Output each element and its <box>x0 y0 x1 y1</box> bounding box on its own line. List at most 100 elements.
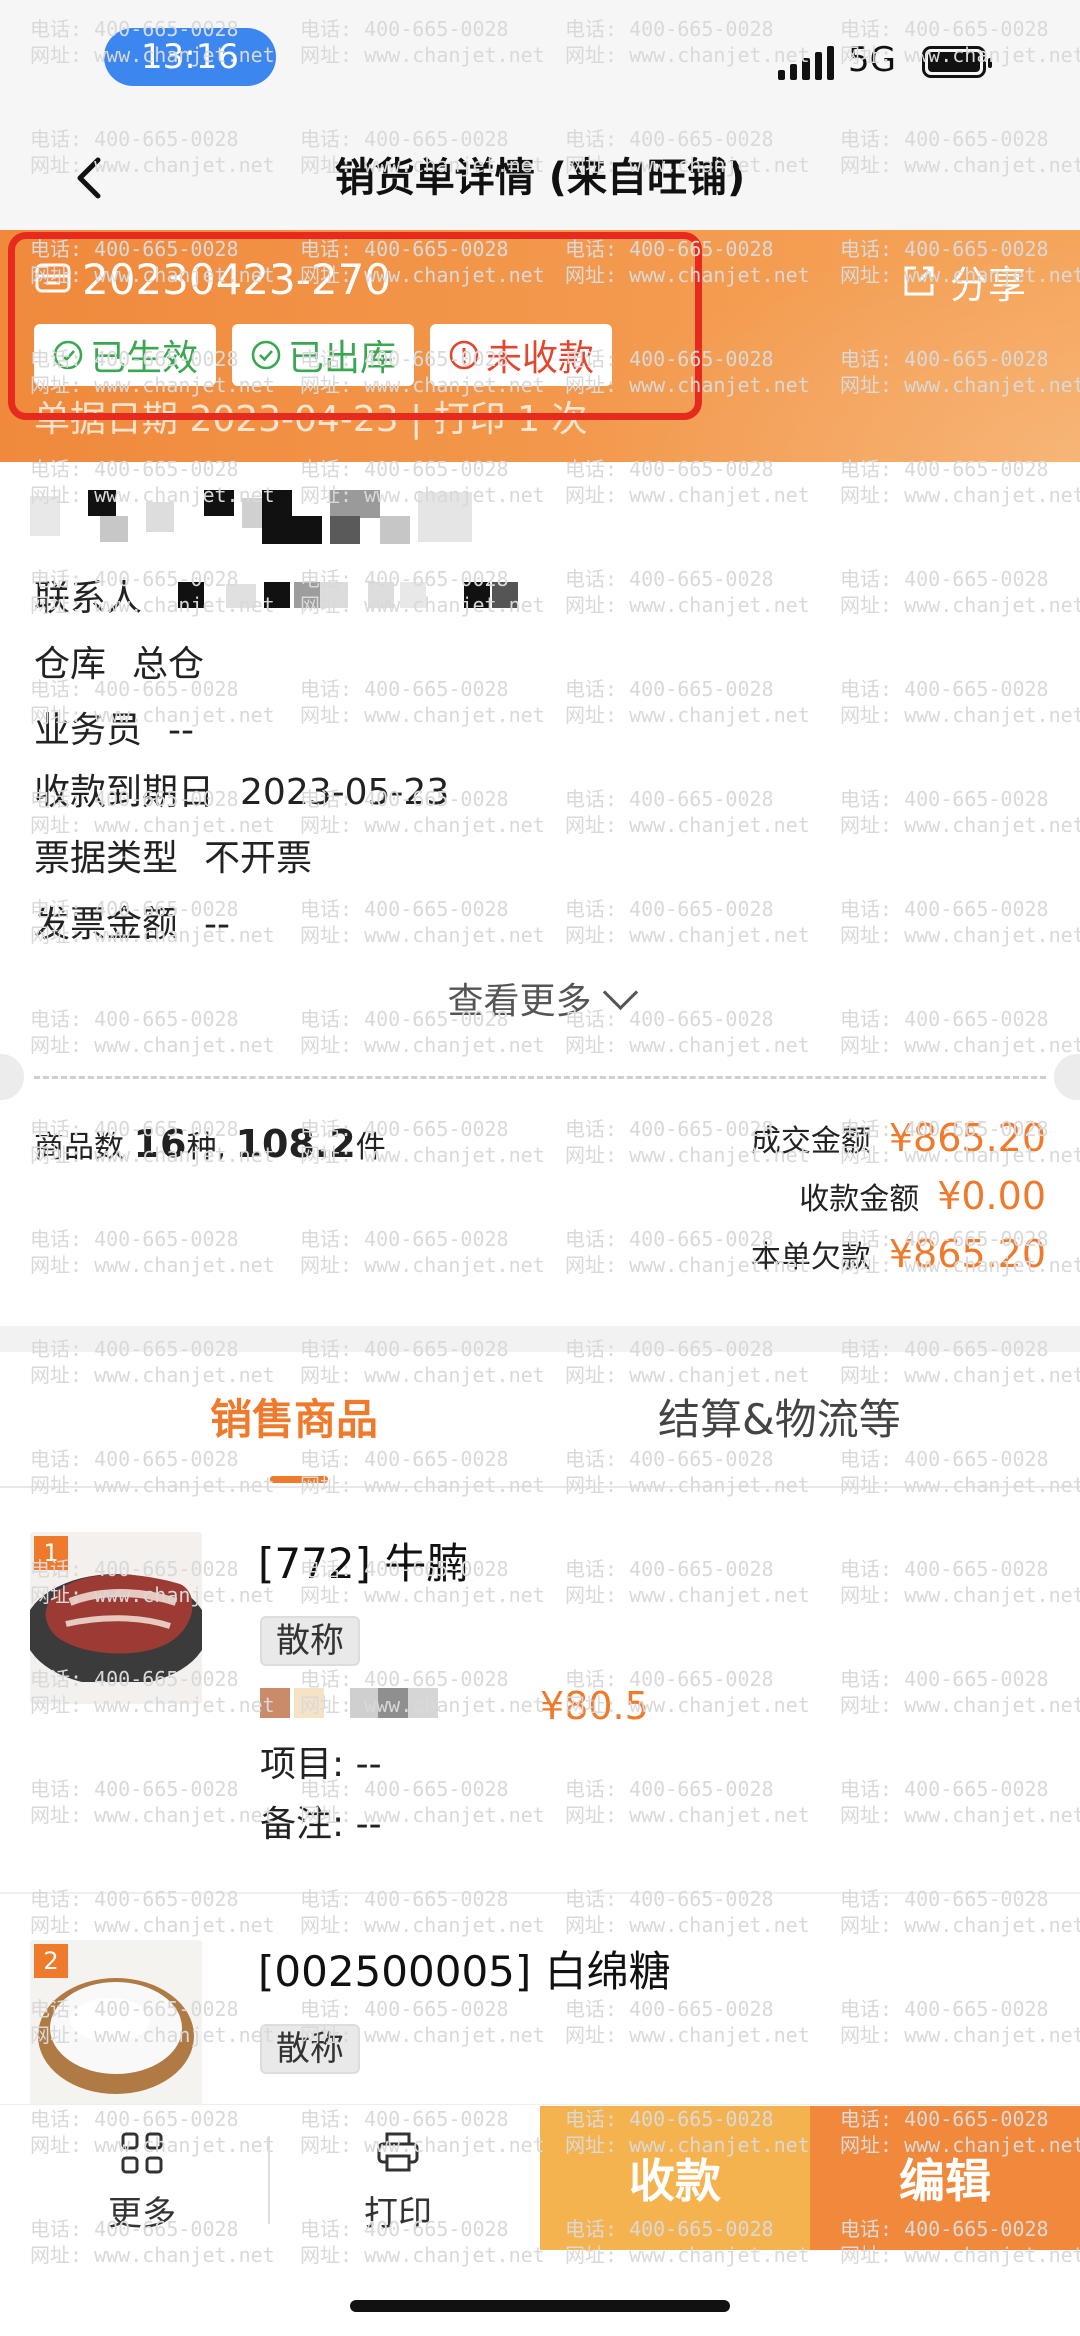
warehouse-value: 总仓 <box>132 644 205 685</box>
watermark-text: 电话: 400-665-0028 网址: www.chanjet.net <box>840 1997 1080 2047</box>
highlight-box <box>8 232 702 420</box>
invoice-amount-row: 发票金额 -- <box>34 900 230 950</box>
owed-amount-row: 本单欠款 ¥865.20 <box>751 1232 1046 1288</box>
share-label: 分享 <box>950 262 1027 307</box>
watermark-text: 电话: 400-665-0028 网址: www.chanjet.net <box>840 677 1080 727</box>
watermark-text: 电话: 400-665-0028 网址: www.chanjet.net <box>300 1447 545 1497</box>
active-tab-indicator <box>270 1476 328 1483</box>
watermark-text: 电话: 400-665-0028 网址: www.chanjet.net <box>30 1227 275 1277</box>
see-more-button[interactable]: 查看更多 <box>0 972 1080 1024</box>
network-type: 5G <box>848 40 896 80</box>
contact-label: 联系人 <box>34 578 143 619</box>
owed-amount-label: 本单欠款 <box>750 1240 871 1275</box>
due-date-value: 2023-05-23 <box>240 772 450 813</box>
dashed-divider <box>34 1076 1046 1079</box>
invoice-type-row: 票据类型 不开票 <box>34 834 312 884</box>
deal-amount-label: 成交金额 <box>750 1124 871 1159</box>
product-name: [002500005] 白绵糖 <box>258 1947 671 1996</box>
see-more-label: 查看更多 <box>447 981 592 1022</box>
received-amount-row: 收款金额 ¥0.00 <box>799 1174 1046 1230</box>
watermark-text: 电话: 400-665-0028 网址: www.chanjet.net <box>30 1777 275 1827</box>
owed-amount-value: ¥865.20 <box>888 1232 1046 1276</box>
watermark-text: 电话: 400-665-0028 网址: www.chanjet.net <box>840 897 1080 947</box>
watermark-text: 电话: 400-665-0028 网址: www.chanjet.net <box>300 1227 545 1277</box>
ticket-notch-left <box>0 1054 24 1100</box>
share-button[interactable]: 分享 <box>900 256 1050 307</box>
page-title: 销货单详情 (来自旺铺) <box>334 155 746 201</box>
item-count-label: 商品数 <box>34 1130 124 1165</box>
print-button[interactable]: 打印 <box>318 2130 478 2235</box>
grid-icon <box>121 2132 163 2174</box>
home-indicator-area <box>0 2254 1080 2336</box>
watermark-text: 电话: 400-665-0028 网址: www.chanjet.net <box>840 787 1080 837</box>
item-index: 1 <box>34 1536 68 1570</box>
product-spec-blurred <box>260 1688 470 1718</box>
watermark-text: 电话: 400-665-0028 网址: www.chanjet.net <box>565 1997 810 2047</box>
invoice-amount-label: 发票金额 <box>34 904 179 945</box>
watermark-text: 电话: 400-665-0028 网址: www.chanjet.net <box>565 1447 810 1497</box>
watermark-text: 电话: 400-665-0028 网址: www.chanjet.net <box>565 1557 810 1607</box>
print-label: 打印 <box>364 2194 432 2234</box>
product-name: [772] 牛腩 <box>258 1539 469 1588</box>
salesman-label: 业务员 <box>34 710 143 751</box>
invoice-type-value: 不开票 <box>204 838 313 879</box>
tab-divider <box>0 1486 1080 1488</box>
product-price: ¥80.5 <box>540 1684 649 1728</box>
status-time: 13:16 <box>104 28 276 86</box>
item-count: 商品数 16种, 108.2件 <box>34 1122 386 1166</box>
product-thumbnail[interactable]: 2 <box>30 1940 202 2112</box>
watermark-text: 电话: 400-665-0028 网址: www.chanjet.net <box>300 897 545 947</box>
watermark-text: 电话: 400-665-0028 网址: www.chanjet.net <box>840 1557 1080 1607</box>
share-icon <box>904 266 934 296</box>
watermark-text: 电话: 400-665-0028 网址: www.chanjet.net <box>300 677 545 727</box>
product-project: 项目: -- <box>260 1744 382 1785</box>
battery-icon <box>922 46 992 78</box>
watermark-text: 电话: 400-665-0028 网址: www.chanjet.net <box>840 567 1080 617</box>
contact-value-blurred <box>178 582 538 616</box>
item-index: 2 <box>34 1944 68 1978</box>
deal-amount-row: 成交金额 ¥865.20 <box>751 1116 1046 1172</box>
product-remark: 备注: -- <box>260 1804 382 1845</box>
warehouse-label: 仓库 <box>34 644 107 685</box>
edit-button[interactable]: 编辑 <box>810 2106 1080 2250</box>
tab-sales-items[interactable]: 销售商品 <box>210 1390 378 1450</box>
due-date-row: 收款到期日 2023-05-23 <box>34 768 449 818</box>
watermark-text: 电话: 400-665-0028 网址: www.chanjet.net <box>565 677 810 727</box>
received-amount-value: ¥0.00 <box>937 1174 1046 1218</box>
bottom-bar-divider <box>268 2136 270 2224</box>
signal-icon <box>778 46 835 80</box>
watermark-text: 电话: 400-665-0028 网址: www.chanjet.net <box>565 1777 810 1827</box>
watermark-text: 电话: 400-665-0028 网址: www.chanjet.net <box>565 787 810 837</box>
item-pieces: 108.2 <box>235 1122 356 1166</box>
watermark-text: 电话: 400-665-0028 网址: www.chanjet.net <box>840 1777 1080 1827</box>
received-amount-label: 收款金额 <box>799 1182 920 1217</box>
contact-row: 联系人 <box>34 574 142 624</box>
salesman-value: -- <box>168 710 194 751</box>
deal-amount-value: ¥865.20 <box>888 1116 1046 1160</box>
tab-settlement-logistics[interactable]: 结算&物流等 <box>658 1390 901 1450</box>
customer-name-blurred <box>30 488 472 544</box>
watermark-text: 电话: 400-665-0028 网址: www.chanjet.net <box>840 1667 1080 1717</box>
product-tag: 散称 <box>260 2024 360 2074</box>
invoice-amount-value: -- <box>204 904 230 945</box>
watermark-text: 电话: 400-665-0028 网址: www.chanjet.net <box>565 567 810 617</box>
section-gap <box>0 1326 1080 1352</box>
watermark-text: 电话: 400-665-0028 网址: www.chanjet.net <box>565 897 810 947</box>
more-button[interactable]: 更多 <box>62 2130 222 2235</box>
due-date-label: 收款到期日 <box>34 772 215 813</box>
more-label: 更多 <box>108 2194 176 2234</box>
home-indicator[interactable] <box>350 2300 730 2312</box>
chevron-down-icon <box>602 974 638 1011</box>
invoice-type-label: 票据类型 <box>34 838 179 879</box>
item-divider <box>0 1892 1080 1894</box>
watermark-text: 电话: 400-665-0028 网址: www.chanjet.net <box>30 1447 275 1497</box>
item-kinds: 16 <box>133 1122 187 1166</box>
product-tag: 散称 <box>260 1616 360 1666</box>
watermark-text: 电话: 400-665-0028 网址: www.chanjet.net <box>840 1447 1080 1497</box>
collect-payment-button[interactable]: 收款 <box>540 2106 810 2250</box>
product-thumbnail[interactable]: 1 <box>30 1532 202 1704</box>
ticket-notch-right <box>1054 1054 1080 1100</box>
watermark-text: 电话: 400-665-0028 网址: www.chanjet.net <box>840 457 1080 507</box>
warehouse-row: 仓库 总仓 <box>34 640 204 690</box>
salesman-row: 业务员 -- <box>34 706 194 756</box>
